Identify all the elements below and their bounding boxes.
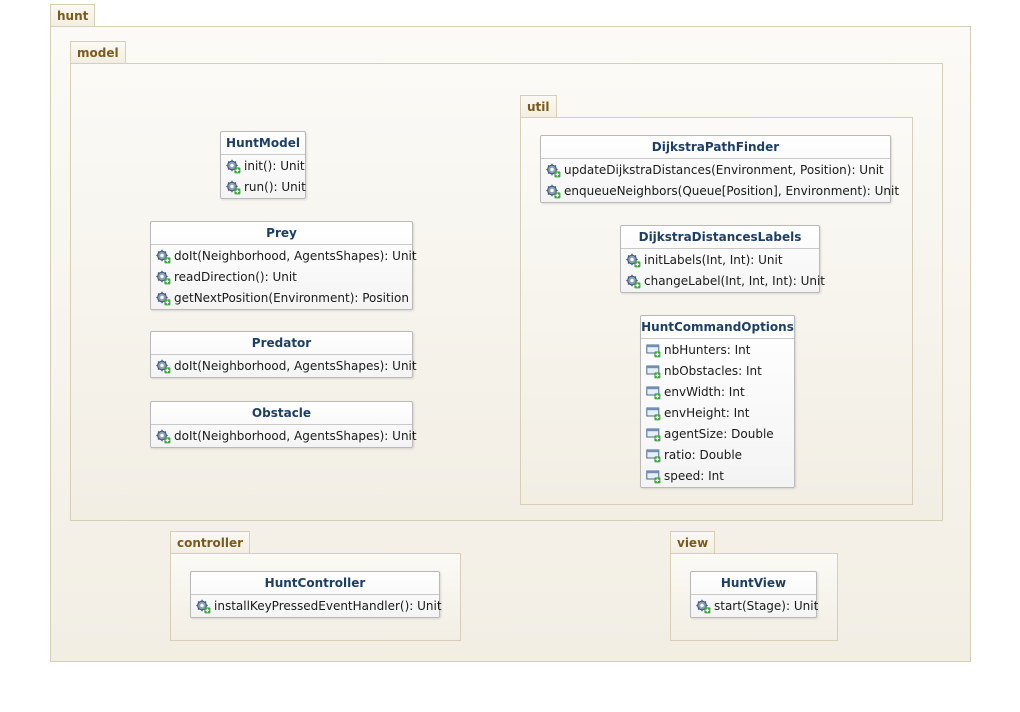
member-label: envWidth: Int	[664, 385, 745, 399]
method-icon	[626, 274, 641, 289]
method-icon	[546, 184, 561, 199]
class-members: doIt(Neighborhood, AgentsShapes): Unit	[151, 355, 417, 377]
field-icon	[646, 343, 661, 358]
class-field[interactable]: speed: Int	[641, 466, 794, 487]
class-method[interactable]: doIt(Neighborhood, AgentsShapes): Unit	[151, 246, 417, 267]
class-obstacle[interactable]: Obstacle doIt(Neighborhood, AgentsShapes)…	[150, 401, 417, 448]
class-method[interactable]: initLabels(Int, Int): Unit	[621, 250, 819, 271]
member-label: updateDijkstraDistances(Environment, Pos…	[564, 163, 884, 177]
class-members: installKeyPressedEventHandler(): Unit	[191, 595, 442, 617]
field-icon	[646, 385, 661, 400]
class-name: HuntView	[691, 572, 816, 595]
class-method[interactable]: run(): Unit	[221, 177, 306, 198]
method-icon	[226, 180, 241, 195]
member-label: installKeyPressedEventHandler(): Unit	[214, 599, 442, 613]
method-icon	[696, 599, 711, 614]
class-field[interactable]: agentSize: Double	[641, 424, 794, 445]
class-huntview[interactable]: HuntView start(Stage): Unit	[690, 571, 819, 618]
method-icon	[226, 159, 241, 174]
class-huntcommandoptions[interactable]: HuntCommandOptions nbHunters: Int nbObstac…	[640, 315, 795, 488]
class-name: HuntController	[191, 572, 439, 595]
class-method[interactable]: changeLabel(Int, Int, Int): Unit	[621, 271, 825, 292]
member-label: nbObstacles: Int	[664, 364, 762, 378]
class-name: HuntCommandOptions	[641, 316, 794, 339]
class-huntmodel[interactable]: HuntModel init(): Unit run(): Unit	[220, 131, 306, 199]
method-icon	[156, 359, 171, 374]
class-method[interactable]: getNextPosition(Environment): Position	[151, 288, 412, 309]
class-method[interactable]: installKeyPressedEventHandler(): Unit	[191, 596, 442, 617]
member-label: doIt(Neighborhood, AgentsShapes): Unit	[174, 359, 417, 373]
class-dijkstrapathfinder[interactable]: DijkstraPathFinder updateDijkstraDistance…	[540, 135, 899, 203]
method-icon	[156, 429, 171, 444]
class-members: doIt(Neighborhood, AgentsShapes): Unit re…	[151, 245, 417, 309]
member-label: doIt(Neighborhood, AgentsShapes): Unit	[174, 429, 417, 443]
package-tab-model[interactable]: model	[70, 41, 126, 63]
class-field[interactable]: envHeight: Int	[641, 403, 794, 424]
member-label: nbHunters: Int	[664, 343, 751, 357]
member-label: speed: Int	[664, 469, 724, 483]
member-label: run(): Unit	[244, 180, 306, 194]
class-field[interactable]: nbHunters: Int	[641, 340, 794, 361]
class-members: initLabels(Int, Int): Unit changeLabel(In…	[621, 249, 825, 292]
package-tab-util[interactable]: util	[520, 95, 557, 117]
field-icon	[646, 427, 661, 442]
member-label: doIt(Neighborhood, AgentsShapes): Unit	[174, 249, 417, 263]
member-label: initLabels(Int, Int): Unit	[644, 253, 783, 267]
member-label: envHeight: Int	[664, 406, 750, 420]
field-icon	[646, 448, 661, 463]
class-method[interactable]: readDirection(): Unit	[151, 267, 412, 288]
member-label: getNextPosition(Environment): Position	[174, 291, 409, 305]
class-method[interactable]: enqueueNeighbors(Queue[Position], Enviro…	[541, 181, 899, 202]
class-name: DijkstraDistancesLabels	[621, 226, 819, 249]
member-label: changeLabel(Int, Int, Int): Unit	[644, 274, 825, 288]
class-method[interactable]: init(): Unit	[221, 156, 305, 177]
member-label: ratio: Double	[664, 448, 743, 462]
package-tab-hunt[interactable]: hunt	[50, 4, 96, 26]
class-name: Obstacle	[151, 402, 412, 425]
class-name: Prey	[151, 222, 412, 245]
class-dijkstradistanceslabels[interactable]: DijkstraDistancesLabels initLabels(Int, I…	[620, 225, 825, 293]
field-icon	[646, 406, 661, 421]
method-icon	[626, 253, 641, 268]
class-method[interactable]: doIt(Neighborhood, AgentsShapes): Unit	[151, 426, 417, 447]
package-tab-view[interactable]: view	[670, 531, 716, 553]
class-predator[interactable]: Predator doIt(Neighborhood, AgentsShapes)…	[150, 331, 417, 378]
class-huntcontroller[interactable]: HuntController installKeyPressedEventHand…	[190, 571, 442, 618]
class-prey[interactable]: Prey doIt(Neighborhood, AgentsShapes): Un…	[150, 221, 417, 310]
class-name: Predator	[151, 332, 412, 355]
class-members: start(Stage): Unit	[691, 595, 819, 617]
method-icon	[156, 270, 171, 285]
class-members: updateDijkstraDistances(Environment, Pos…	[541, 159, 899, 202]
class-field[interactable]: ratio: Double	[641, 445, 794, 466]
class-name: DijkstraPathFinder	[541, 136, 890, 159]
method-icon	[196, 599, 211, 614]
class-field[interactable]: envWidth: Int	[641, 382, 794, 403]
field-icon	[646, 469, 661, 484]
class-members: nbHunters: Int nbObstacles: Int envWidth: …	[641, 339, 794, 487]
method-icon	[156, 291, 171, 306]
member-label: agentSize: Double	[664, 427, 774, 441]
class-method[interactable]: start(Stage): Unit	[691, 596, 819, 617]
field-icon	[646, 364, 661, 379]
method-icon	[546, 163, 561, 178]
member-label: init(): Unit	[244, 159, 305, 173]
member-label: start(Stage): Unit	[714, 599, 819, 613]
class-members: doIt(Neighborhood, AgentsShapes): Unit	[151, 425, 417, 447]
method-icon	[156, 249, 171, 264]
package-tab-controller[interactable]: controller	[170, 531, 251, 553]
member-label: enqueueNeighbors(Queue[Position], Enviro…	[564, 184, 900, 198]
member-label: readDirection(): Unit	[174, 270, 297, 284]
class-name: HuntModel	[221, 132, 305, 155]
class-method[interactable]: doIt(Neighborhood, AgentsShapes): Unit	[151, 356, 417, 377]
class-members: init(): Unit run(): Unit	[221, 155, 306, 198]
class-field[interactable]: nbObstacles: Int	[641, 361, 794, 382]
class-method[interactable]: updateDijkstraDistances(Environment, Pos…	[541, 160, 890, 181]
